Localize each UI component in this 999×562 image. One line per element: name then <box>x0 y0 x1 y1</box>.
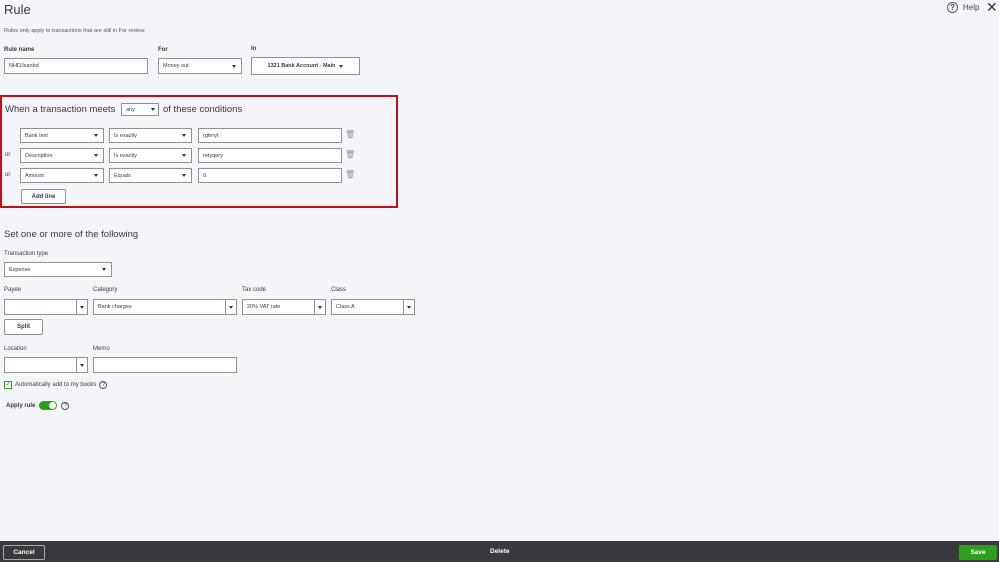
class-select[interactable]: Class A <box>331 299 415 315</box>
page-subtitle: Rules only apply to transactions that ar… <box>4 28 146 34</box>
tax-code-select[interactable]: 20% VAT rate <box>242 299 326 315</box>
conditions-lead-text: When a transaction meets <box>5 104 116 115</box>
tax-code-label: Tax code <box>242 287 267 293</box>
actions-heading: Set one or more of the following <box>4 229 139 240</box>
condition-field-select[interactable]: Amount <box>20 168 104 183</box>
location-label: Location <box>4 346 27 352</box>
trash-icon[interactable]: 🗑 <box>345 170 355 179</box>
save-button[interactable]: Save <box>959 545 997 560</box>
condition-operator-select[interactable]: Equals <box>109 168 192 183</box>
category-label: Category <box>93 287 118 293</box>
delete-button[interactable]: Delete <box>490 548 510 555</box>
condition-value-input[interactable]: 0 <box>198 168 342 183</box>
condition-field-select[interactable]: Description <box>20 148 104 163</box>
trash-icon[interactable]: 🗑 <box>345 150 355 159</box>
chevron-down-icon <box>151 108 155 111</box>
chevron-down-icon <box>94 174 98 177</box>
chevron-down-icon <box>76 358 87 372</box>
condition-field-value: Bank text <box>25 132 48 139</box>
memo-label: Memo <box>93 346 110 352</box>
trash-icon[interactable]: 🗑 <box>345 130 355 139</box>
apply-rule-row: Apply rule ? <box>6 401 70 410</box>
in-label: In <box>251 46 257 52</box>
cancel-button[interactable]: Cancel <box>3 545 45 560</box>
question-circle-icon[interactable]: ? <box>99 381 108 389</box>
condition-operator-value: Is exactly <box>114 152 137 159</box>
chevron-down-icon <box>182 134 186 137</box>
match-any-value: any <box>126 106 135 113</box>
chevron-down-icon <box>232 64 236 68</box>
category-select[interactable]: Bank charges <box>93 299 237 315</box>
rule-name-value: NHDJsanbd <box>9 63 39 69</box>
transaction-type-select[interactable]: Expense <box>4 262 112 277</box>
apply-rule-label: Apply rule <box>6 402 36 409</box>
in-account-value: 1321 Bank Account - Main <box>267 63 336 69</box>
condition-operator-value: Is exactly <box>114 132 137 139</box>
conditions-tail-text: of these conditions <box>163 104 243 115</box>
page-title: Rule <box>4 2 31 17</box>
rule-name-label: Rule name <box>4 47 35 53</box>
help-label: Help <box>963 3 980 12</box>
apply-rule-toggle[interactable] <box>39 401 58 410</box>
chevron-down-icon <box>339 64 344 68</box>
category-value: Bank charges <box>98 304 132 310</box>
chevron-down-icon <box>94 154 98 157</box>
condition-value-text: rgteryt <box>203 132 219 139</box>
for-value: Money out <box>163 63 189 69</box>
auto-add-checkbox[interactable]: ✓ <box>4 381 12 389</box>
chevron-down-icon <box>225 300 236 314</box>
chevron-down-icon <box>182 154 186 157</box>
for-select[interactable]: Money out <box>158 58 242 74</box>
close-icon[interactable]: ✕ <box>986 0 999 14</box>
class-label: Class <box>331 287 347 293</box>
condition-value-text: 0 <box>203 172 207 179</box>
transaction-type-label: Transaction type <box>4 251 49 257</box>
auto-add-label: Automatically add to my books <box>15 382 97 388</box>
chevron-down-icon <box>403 300 414 314</box>
for-label: For <box>158 47 168 53</box>
help-link[interactable]: ? Help <box>947 2 979 13</box>
question-circle-icon[interactable]: ? <box>61 401 70 410</box>
condition-operator-value: Equals <box>114 172 131 179</box>
auto-add-row: ✓ Automatically add to my books ? <box>4 381 108 389</box>
condition-operator-select[interactable]: Is exactly <box>109 128 192 143</box>
location-select[interactable] <box>4 357 88 373</box>
condition-field-value: Description <box>25 152 53 159</box>
split-button[interactable]: Split <box>4 319 43 335</box>
condition-value-input[interactable]: rgteryt <box>198 128 342 143</box>
add-line-button[interactable]: Add line <box>21 189 66 204</box>
chevron-down-icon <box>182 174 186 177</box>
condition-value-text: retyqery <box>203 152 223 159</box>
in-account-select[interactable]: 1321 Bank Account - Main <box>251 57 360 75</box>
condition-operator-select[interactable]: Is exactly <box>109 148 192 163</box>
chevron-down-icon <box>314 300 325 314</box>
or-label: or <box>5 152 11 158</box>
chevron-down-icon <box>94 134 98 137</box>
tax-code-value: 20% VAT rate <box>247 304 281 310</box>
class-value: Class A <box>336 304 355 310</box>
payee-select[interactable] <box>4 299 88 315</box>
condition-field-select[interactable]: Bank text <box>20 128 104 143</box>
condition-value-input[interactable]: retyqery <box>198 148 342 163</box>
or-label: or <box>5 172 11 178</box>
rule-name-input[interactable]: NHDJsanbd <box>4 58 148 74</box>
question-circle-icon: ? <box>947 2 958 13</box>
chevron-down-icon <box>102 268 106 271</box>
condition-field-value: Amount <box>25 172 44 179</box>
payee-label: Payee <box>4 287 22 293</box>
chevron-down-icon <box>76 300 87 314</box>
match-any-select[interactable]: any <box>121 103 159 116</box>
transaction-type-value: Expense <box>9 266 31 273</box>
memo-input[interactable] <box>93 357 237 373</box>
